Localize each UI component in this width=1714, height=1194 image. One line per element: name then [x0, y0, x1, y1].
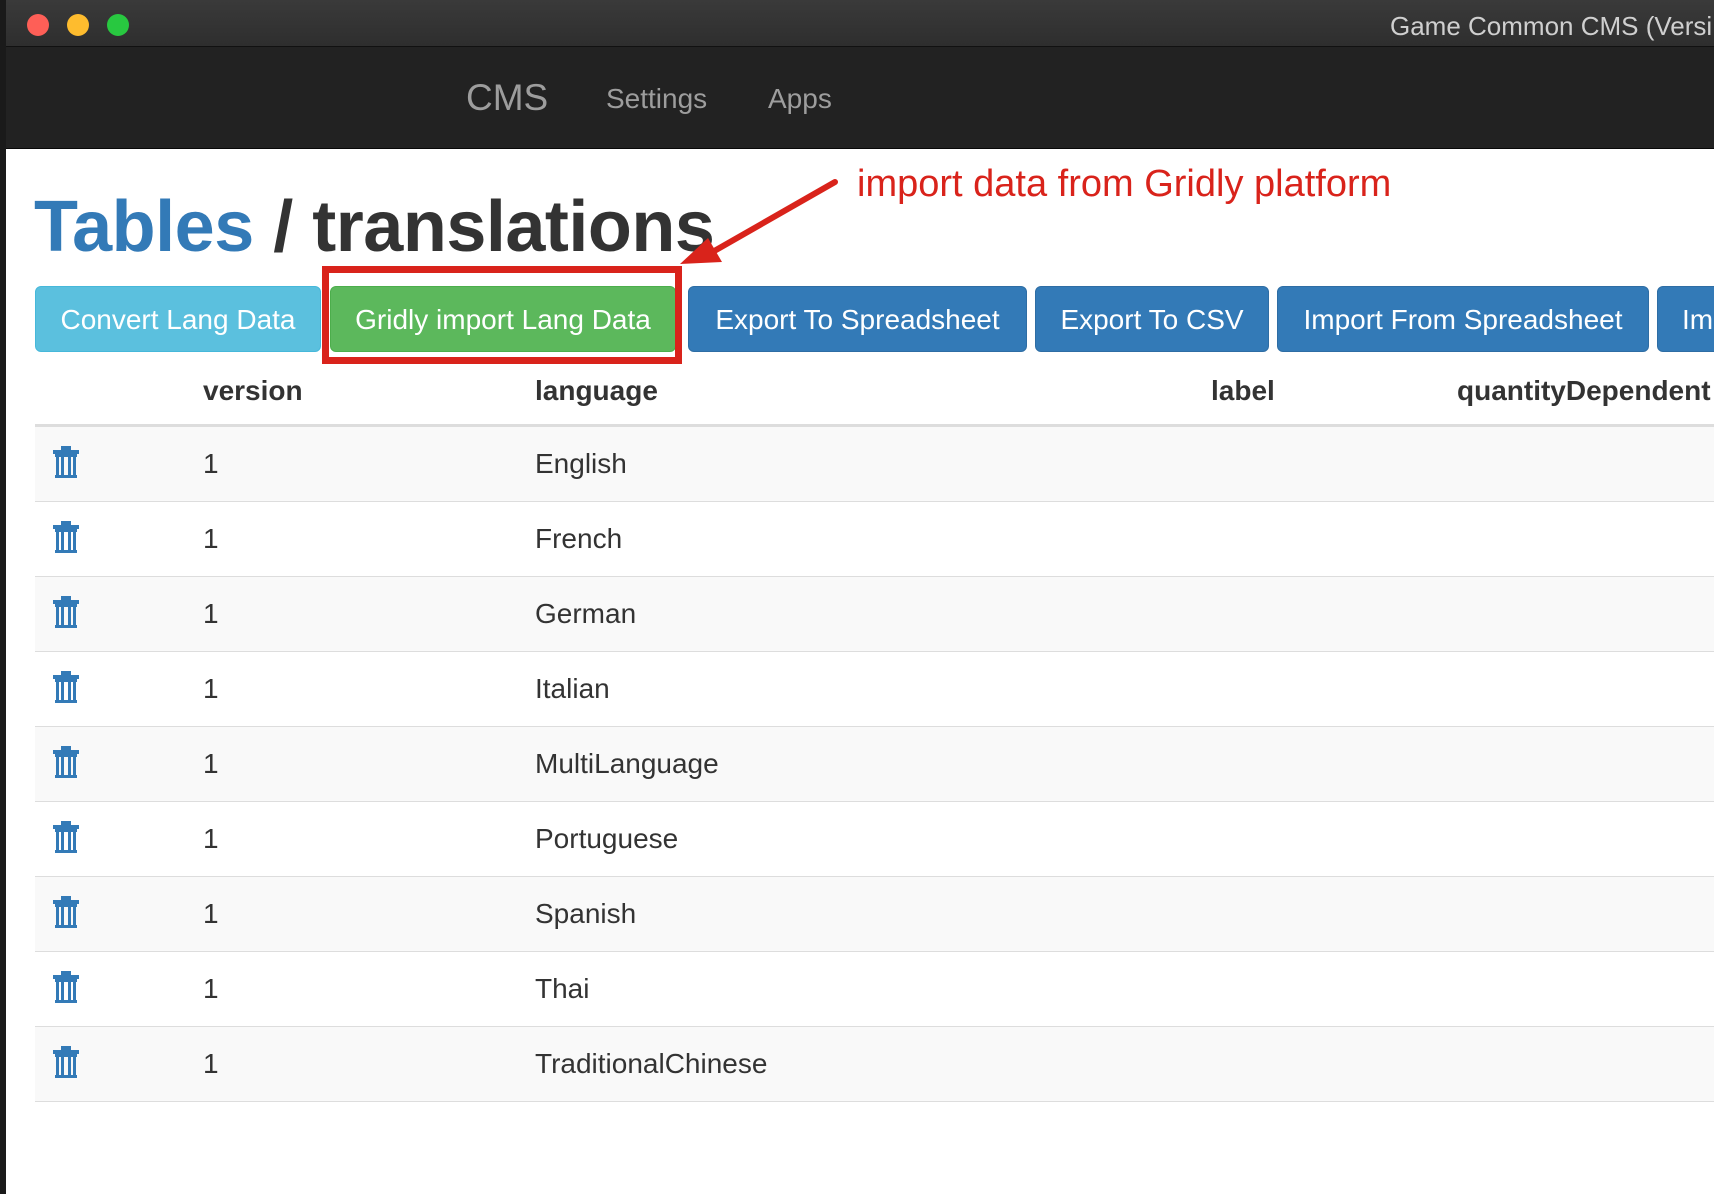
breadcrumb-separator: / [273, 187, 293, 267]
cell-version: 1 [203, 673, 219, 704]
cell-language: Italian [535, 673, 610, 704]
window-titlebar: Game Common CMS (Versi [6, 0, 1714, 47]
cell-version: 1 [203, 448, 219, 479]
top-navbar: CMS Settings Apps [6, 47, 1714, 149]
breadcrumb-tables-link[interactable]: Tables [34, 187, 254, 267]
window-title: Game Common CMS (Versi [1390, 11, 1713, 41]
cell-language: MultiLanguage [535, 748, 719, 779]
window-minimize-button[interactable] [67, 14, 89, 36]
convert-lang-data-button[interactable]: Convert Lang Data [35, 286, 321, 352]
breadcrumb-current: translations [312, 187, 715, 267]
cell-version: 1 [203, 898, 219, 929]
table-row: 1 MultiLanguage [35, 727, 1714, 802]
table-row: 1 French [35, 502, 1714, 577]
nav-link-settings[interactable]: Settings [606, 83, 707, 115]
table-body: 1 English 1 French 1 German 1 Italian 1 MultiLang… [35, 427, 1714, 1102]
trash-icon[interactable] [53, 671, 79, 703]
import-from-spreadsheet-button[interactable]: Import From Spreadsheet [1277, 286, 1649, 352]
table-row: 1 Spanish [35, 877, 1714, 952]
column-header-label[interactable]: label [1211, 375, 1275, 407]
cell-language: English [535, 448, 627, 479]
trash-icon[interactable] [53, 896, 79, 928]
nav-link-apps[interactable]: Apps [768, 83, 832, 115]
table-row: 1 English [35, 427, 1714, 502]
trash-icon[interactable] [53, 971, 79, 1003]
translations-table: version language label quantityDependent… [35, 366, 1714, 1102]
cell-language: TraditionalChinese [535, 1048, 768, 1079]
table-row: 1 Thai [35, 952, 1714, 1027]
cell-version: 1 [203, 598, 219, 629]
trash-icon[interactable] [53, 746, 79, 778]
column-header-quantity-dependent[interactable]: quantityDependent [1457, 375, 1711, 407]
table-row: 1 TraditionalChinese [35, 1027, 1714, 1102]
cell-language: Thai [535, 973, 590, 1004]
window-maximize-button[interactable] [107, 14, 129, 36]
table-header-row: version language label quantityDependent [35, 366, 1714, 427]
export-to-spreadsheet-button[interactable]: Export To Spreadsheet [688, 286, 1027, 352]
cell-language: Portuguese [535, 823, 679, 854]
export-to-csv-button[interactable]: Export To CSV [1035, 286, 1269, 352]
navbar-brand[interactable]: CMS [466, 77, 548, 119]
window-edge [0, 0, 6, 1194]
table-row: 1 Italian [35, 652, 1714, 727]
annotation-text: import data from Gridly platform [857, 163, 1392, 205]
trash-icon[interactable] [53, 446, 79, 478]
page-title: Tables / translations [34, 186, 715, 268]
trash-icon[interactable] [53, 1046, 79, 1078]
window-close-button[interactable] [27, 14, 49, 36]
table-row: 1 Portuguese [35, 802, 1714, 877]
cell-version: 1 [203, 1048, 219, 1079]
trash-icon[interactable] [53, 596, 79, 628]
table-row: 1 German [35, 577, 1714, 652]
import-more-button[interactable]: Im [1657, 286, 1714, 352]
column-header-version[interactable]: version [203, 375, 303, 407]
trash-icon[interactable] [53, 821, 79, 853]
cell-language: French [535, 523, 623, 554]
cell-language: Spanish [535, 898, 637, 929]
annotation-highlight-box [322, 266, 682, 364]
column-header-language[interactable]: language [535, 375, 658, 407]
cell-version: 1 [203, 748, 219, 779]
trash-icon[interactable] [53, 521, 79, 553]
cell-version: 1 [203, 823, 219, 854]
cell-version: 1 [203, 973, 219, 1004]
cell-language: German [535, 598, 637, 629]
annotation-arrow-icon [680, 179, 838, 264]
cell-version: 1 [203, 523, 219, 554]
